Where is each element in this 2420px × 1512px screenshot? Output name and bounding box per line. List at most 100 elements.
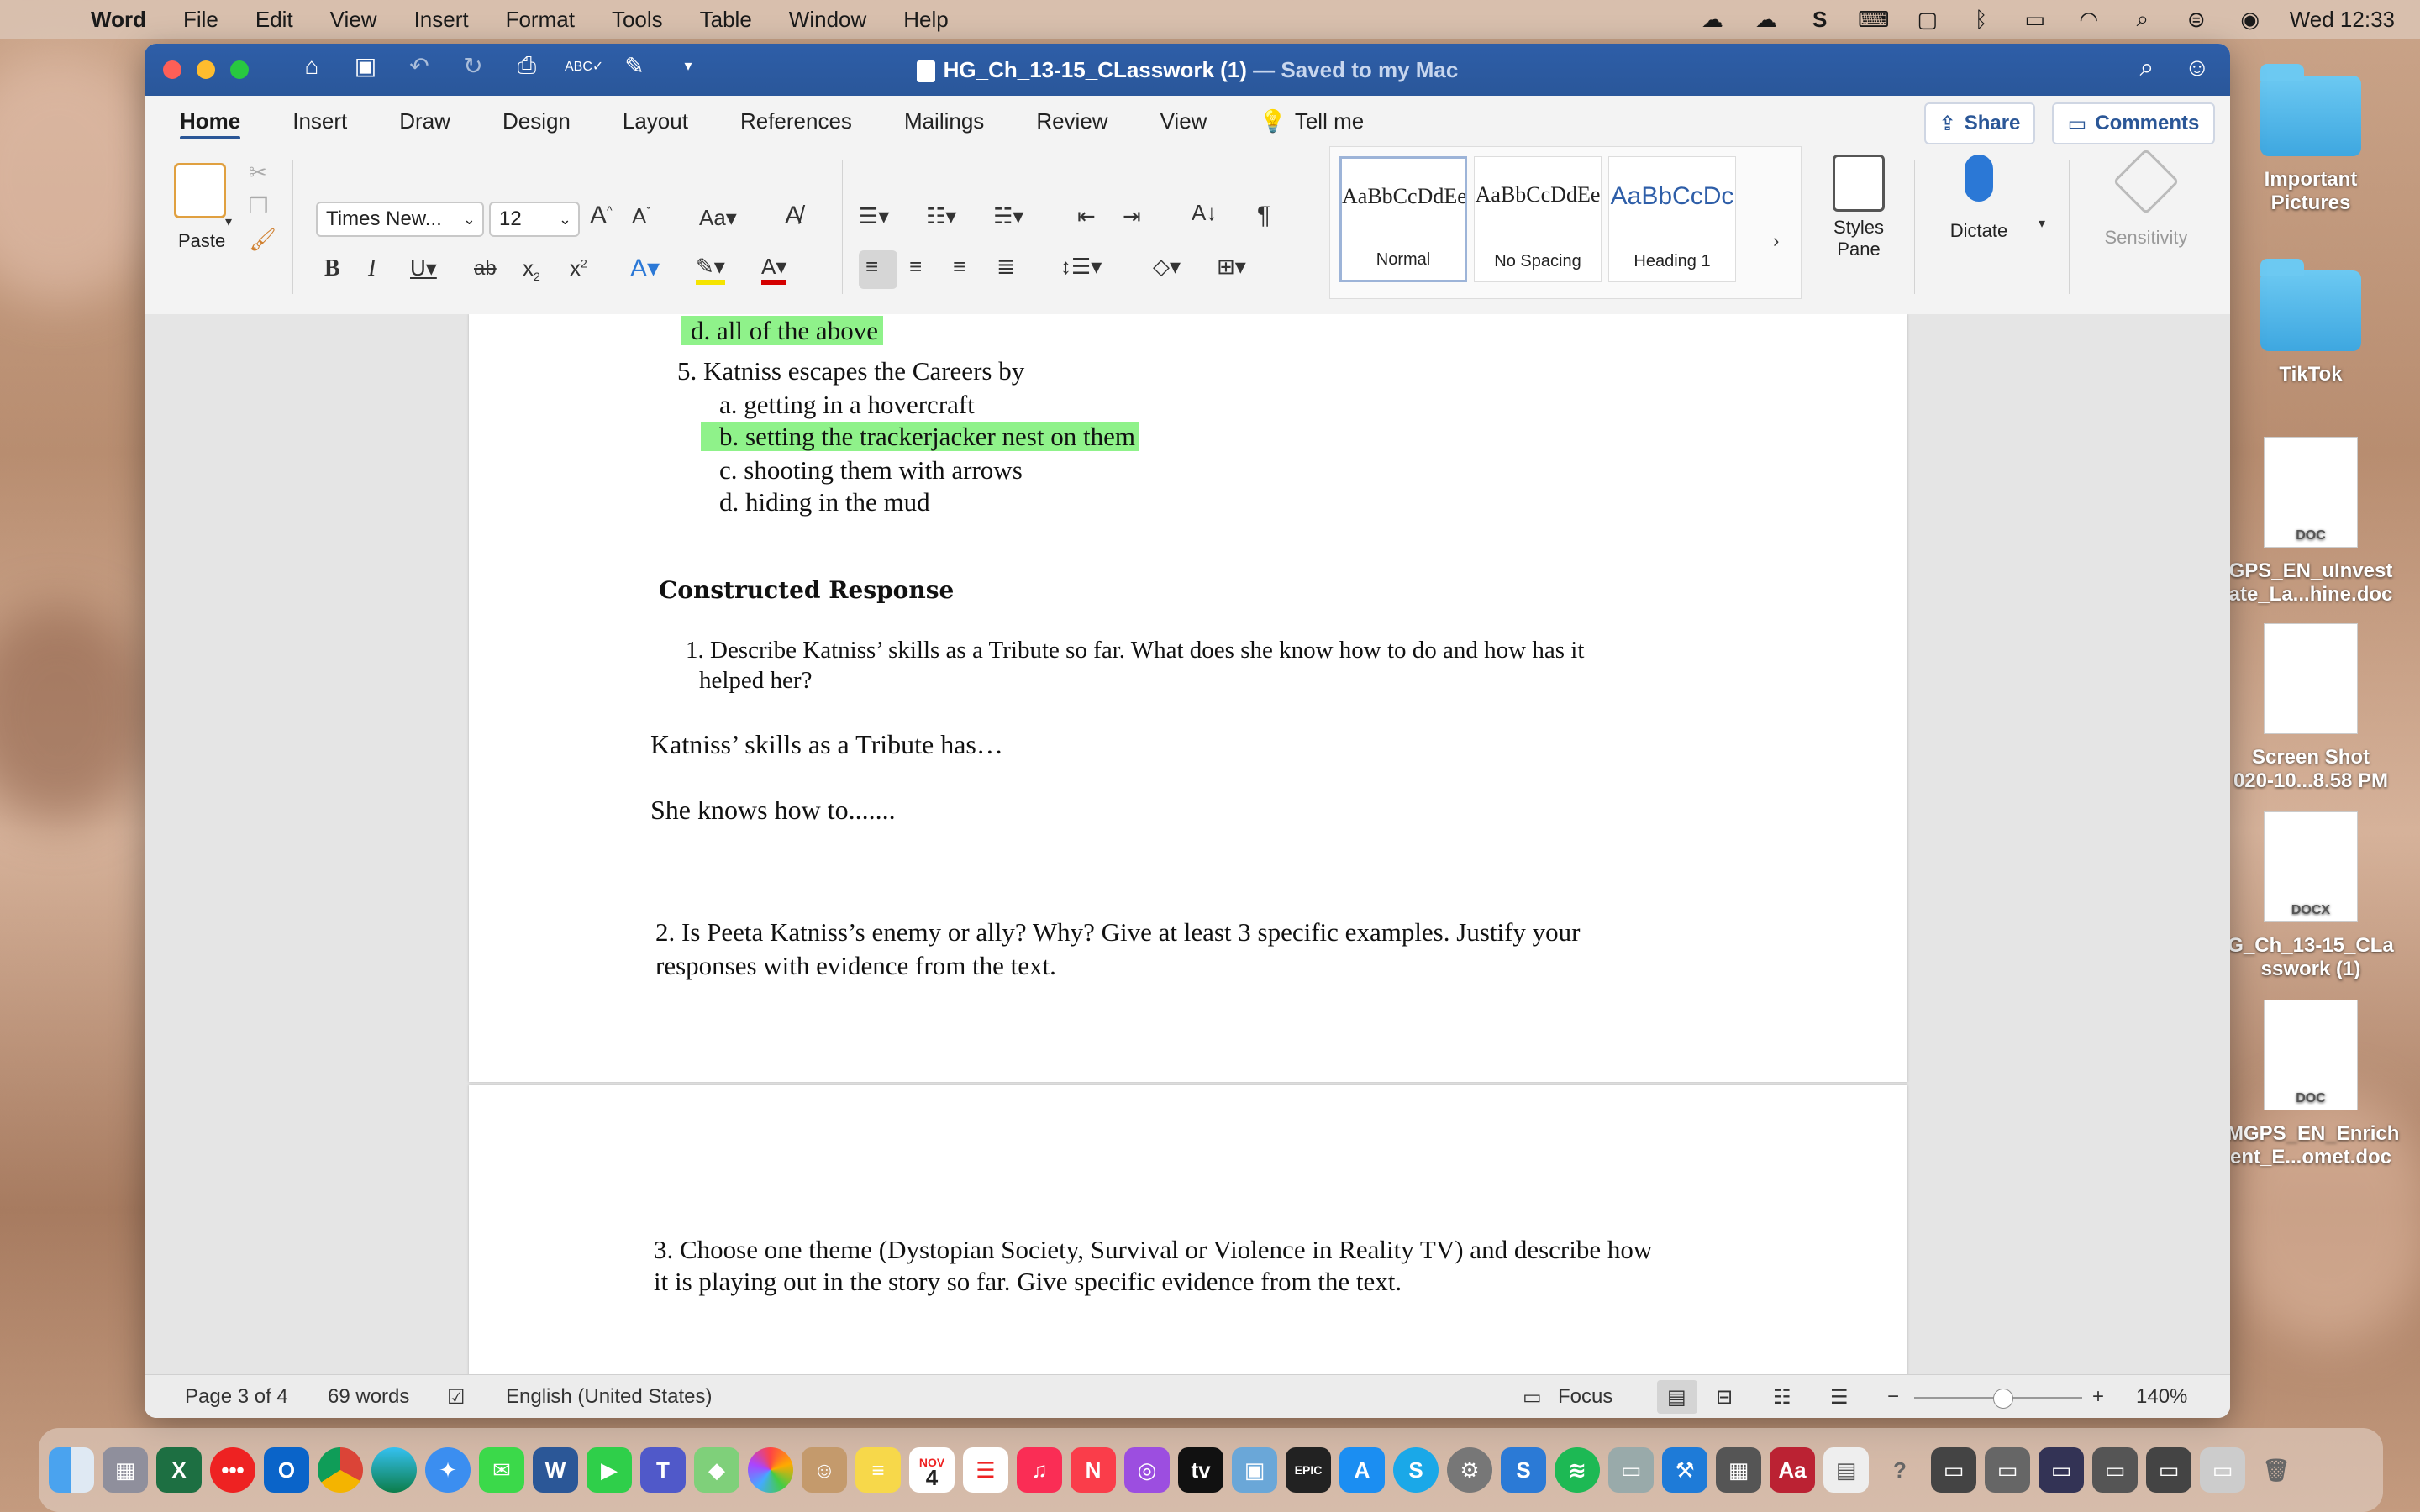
highlight-icon[interactable]: ✎▾ [696, 254, 725, 285]
align-center-icon[interactable]: ≡ [909, 254, 922, 280]
grow-font-icon[interactable]: A^ [590, 202, 613, 230]
music-icon[interactable]: ♫ [1017, 1447, 1062, 1493]
subscript-icon[interactable]: x2 [523, 255, 540, 283]
screenshot-app-icon[interactable]: ▭ [1608, 1447, 1654, 1493]
search-icon[interactable]: ⌕ [2140, 54, 2154, 82]
finder-icon[interactable] [49, 1447, 94, 1493]
wifi-icon[interactable]: ◠ [2075, 7, 2103, 32]
chrome-icon[interactable] [318, 1447, 363, 1493]
facetime-icon[interactable]: ▶ [587, 1447, 632, 1493]
help-icon[interactable]: ? [1877, 1447, 1923, 1493]
recent-window-icon[interactable]: ▭ [2146, 1447, 2191, 1493]
paste-button[interactable]: Paste [166, 155, 234, 255]
tab-mailings[interactable]: Mailings [887, 96, 1001, 146]
desktop-icon-important-pictures[interactable]: Important Pictures [2227, 64, 2395, 215]
menu-insert[interactable]: Insert [414, 7, 469, 33]
keyboard-icon[interactable]: ⌨ [1858, 7, 1890, 32]
comments-button[interactable]: ▭ Comments [2052, 102, 2215, 144]
recent-window-icon[interactable]: ▭ [2039, 1447, 2084, 1493]
tab-view[interactable]: View [1144, 96, 1224, 146]
epic-games-icon[interactable]: EPIC [1286, 1447, 1331, 1493]
zoom-slider-thumb[interactable] [1993, 1389, 2013, 1409]
justify-icon[interactable]: ≣ [997, 254, 1015, 280]
page-count[interactable]: Page 3 of 4 [185, 1385, 288, 1409]
desktop-icon-screenshot[interactable]: Screen Shot 020-10...8.58 PM [2227, 623, 2395, 793]
paste-options-chevron-down-icon[interactable]: ▾ [225, 213, 232, 230]
podcasts-icon[interactable]: ◎ [1124, 1447, 1170, 1493]
account-icon[interactable]: ☺ [2184, 54, 2210, 82]
control-center-icon[interactable]: ⊜ [2182, 7, 2211, 32]
preview-icon[interactable]: ▣ [1232, 1447, 1277, 1493]
sort-icon[interactable]: A↓ [1192, 200, 1217, 226]
desktop-icon-doc-1[interactable]: DOC GPS_EN_uInvest ate_La...hine.doc [2227, 437, 2395, 606]
cloud-icon[interactable]: ☁ [1698, 7, 1727, 32]
skype-icon[interactable]: S [1393, 1447, 1439, 1493]
language-indicator[interactable]: English (United States) [506, 1385, 712, 1409]
trash-icon[interactable]: 🗑 [2254, 1447, 2299, 1493]
recent-window-icon[interactable]: ▭ [1931, 1447, 1976, 1493]
tab-draw[interactable]: Draw [382, 96, 467, 146]
tab-review[interactable]: Review [1019, 96, 1124, 146]
web-layout-icon[interactable]: ⊟ [1716, 1385, 1733, 1410]
spotlight-search-icon[interactable]: ⌕ [2128, 6, 2157, 31]
edge-icon[interactable] [371, 1447, 417, 1493]
word-icon[interactable]: W [533, 1447, 578, 1493]
dictionary-icon[interactable]: Aa [1770, 1447, 1815, 1493]
sensitivity-button[interactable]: Sensitivity [2087, 148, 2205, 297]
excel-icon[interactable]: X [156, 1447, 202, 1493]
document-stack-icon[interactable]: ▤ [1823, 1447, 1869, 1493]
menu-edit[interactable]: Edit [255, 7, 293, 33]
tell-me-search[interactable]: 💡 Tell me [1242, 96, 1381, 146]
style-normal[interactable]: AaBbCcDdEe Normal [1339, 156, 1467, 282]
underline-icon[interactable]: U▾ [410, 255, 437, 281]
shading-icon[interactable]: ◇▾ [1153, 254, 1181, 280]
notes-icon[interactable]: ≡ [855, 1447, 901, 1493]
text-effects-icon[interactable]: A▾ [630, 254, 660, 283]
calculator-icon[interactable]: ▦ [1716, 1447, 1761, 1493]
teams-icon[interactable]: T [640, 1447, 686, 1493]
format-painter-icon[interactable]: 🖌 [249, 227, 276, 253]
bullets-icon[interactable]: ☰▾ [859, 203, 889, 229]
onedrive-icon[interactable]: ☁ [1752, 7, 1781, 32]
cut-icon[interactable]: ✂ [249, 160, 267, 186]
photos-icon[interactable] [748, 1447, 793, 1493]
increase-indent-icon[interactable]: ⇥ [1123, 203, 1141, 229]
maps-icon[interactable]: ◆ [694, 1447, 739, 1493]
menubar-clock[interactable]: Wed 12:33 [2290, 7, 2395, 33]
recent-window-icon[interactable]: ▭ [2092, 1447, 2138, 1493]
tab-home[interactable]: Home [163, 96, 257, 146]
superscript-icon[interactable]: x2 [570, 255, 587, 281]
document-page[interactable]: d. all of the above 5. Katniss escapes t… [469, 314, 1907, 1082]
spotify-icon[interactable]: ≋ [1555, 1447, 1600, 1493]
app-store-icon[interactable]: A [1339, 1447, 1385, 1493]
show-formatting-marks-icon[interactable]: ¶ [1257, 202, 1270, 230]
font-color-icon[interactable]: A▾ [761, 254, 787, 285]
style-heading-1[interactable]: AaBbCcDc Heading 1 [1608, 156, 1736, 282]
messages-icon[interactable]: ✉ [479, 1447, 524, 1493]
menu-format[interactable]: Format [506, 7, 575, 33]
scrivener-icon[interactable]: S [1501, 1447, 1546, 1493]
saved-status[interactable]: — Saved to my Mac [1253, 57, 1458, 82]
scrivener-s-icon[interactable]: S [1806, 7, 1834, 32]
menu-help[interactable]: Help [903, 7, 948, 33]
font-name-dropdown[interactable]: Times New... ⌄ [316, 202, 484, 237]
contacts-icon[interactable]: ☺ [802, 1447, 847, 1493]
menu-window[interactable]: Window [789, 7, 866, 33]
safari-icon[interactable]: ✦ [425, 1447, 471, 1493]
style-no-spacing[interactable]: AaBbCcDdEe No Spacing [1474, 156, 1602, 282]
news-icon[interactable]: N [1071, 1447, 1116, 1493]
dictate-button[interactable]: Dictate [1933, 155, 2025, 297]
tab-insert[interactable]: Insert [276, 96, 364, 146]
menu-file[interactable]: File [183, 7, 218, 33]
apple-tv-icon[interactable]: tv [1178, 1447, 1223, 1493]
focus-mode-button[interactable]: Focus [1558, 1385, 1612, 1409]
borders-icon[interactable]: ⊞▾ [1217, 254, 1246, 280]
copy-icon[interactable]: ❐ [249, 193, 268, 219]
reminders-icon[interactable]: ☰ [963, 1447, 1008, 1493]
menu-view[interactable]: View [330, 7, 377, 33]
align-right-icon[interactable]: ≡ [953, 254, 965, 280]
tab-references[interactable]: References [723, 96, 869, 146]
document-page[interactable]: 3. Choose one theme (Dystopian Society, … [469, 1085, 1907, 1374]
battery-icon[interactable]: ▭ [2021, 7, 2049, 32]
outline-view-icon[interactable]: ☷ [1773, 1385, 1791, 1410]
